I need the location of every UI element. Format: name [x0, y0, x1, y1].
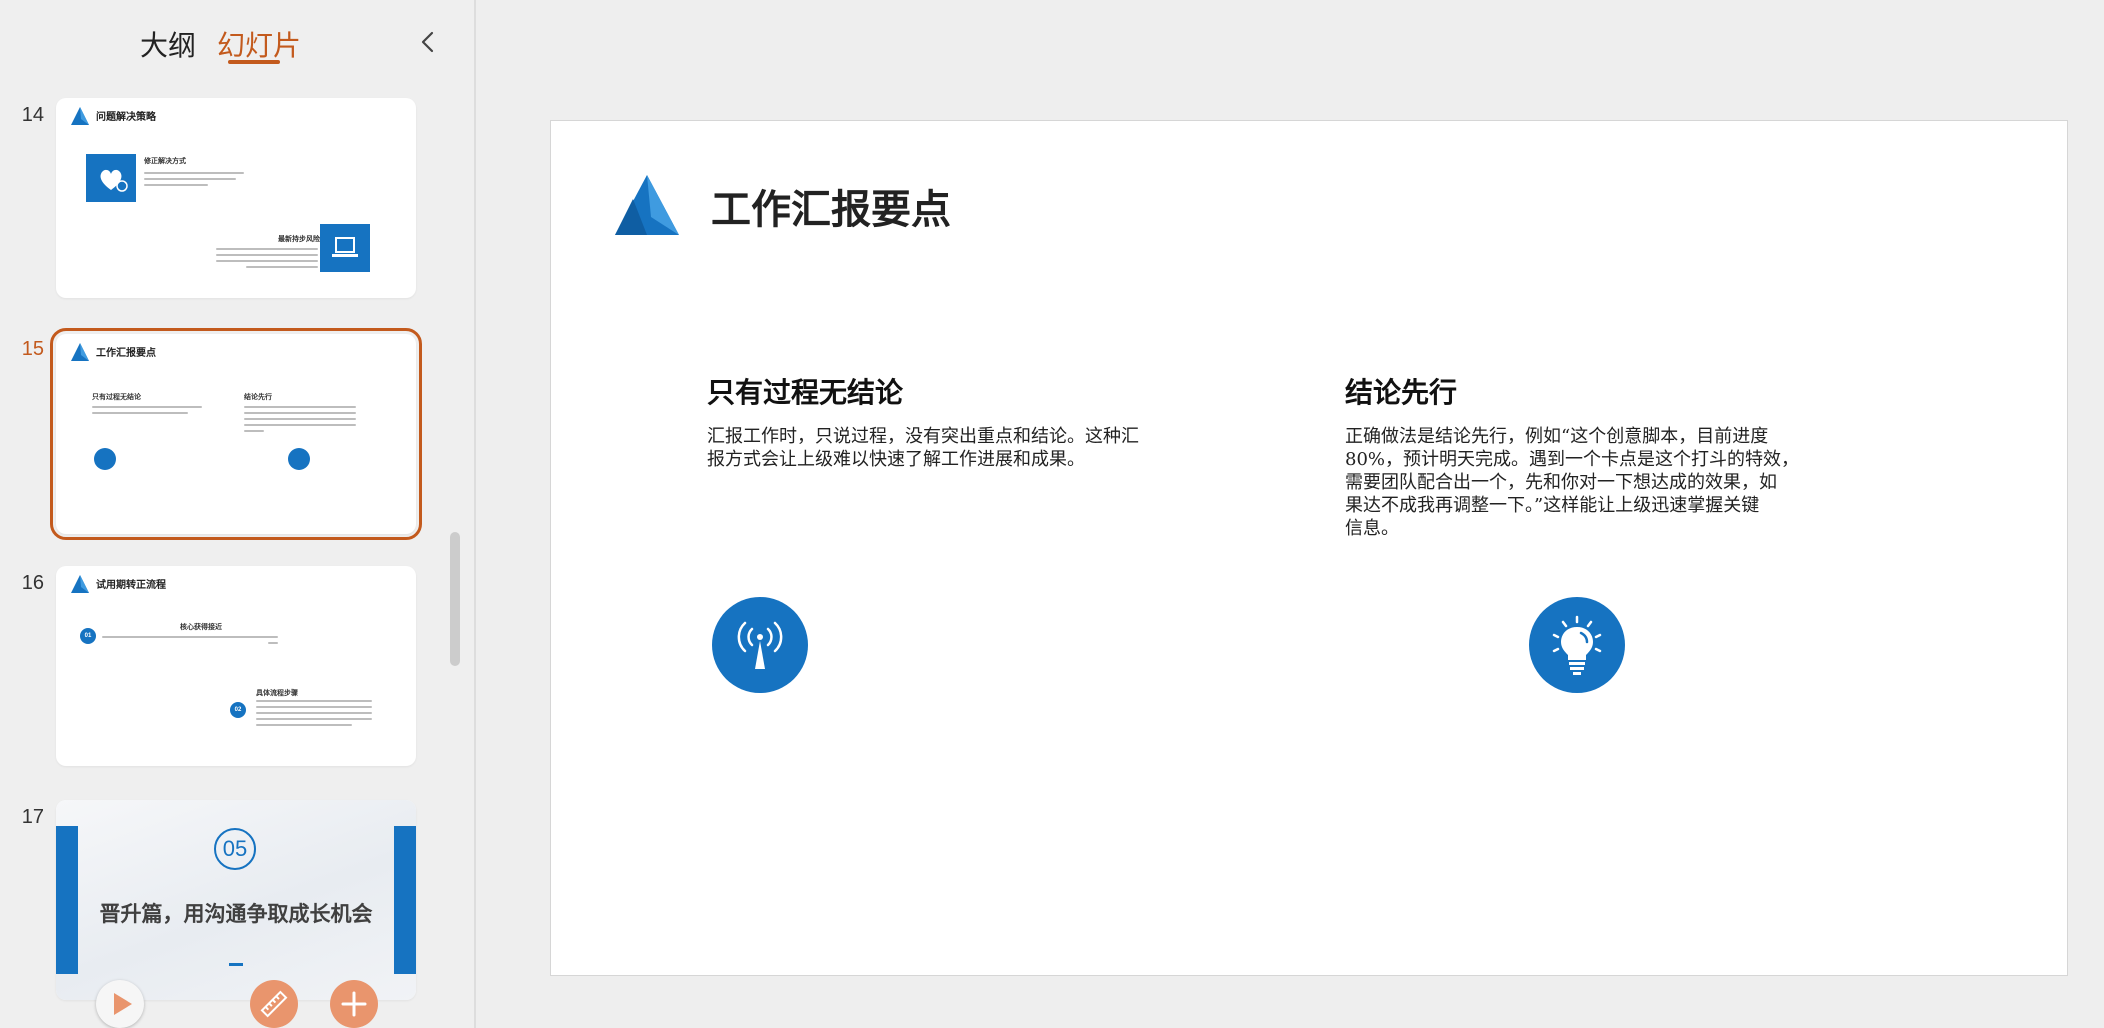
lightbulb-icon — [288, 448, 310, 470]
slide-thumbnail-16[interactable]: 试用期转正流程 01 核心获得接近 具体流程步骤 02 — [56, 566, 416, 766]
laptop-icon-tile — [320, 224, 370, 272]
section-number: 05 — [214, 828, 256, 870]
heart-icon — [100, 169, 128, 192]
slide-number: 17 — [21, 806, 44, 828]
thumbnail-heading: 具体流程步骤 — [256, 688, 298, 697]
step-badge: 01 — [80, 628, 96, 644]
slide-thumbnail-17[interactable]: 05 晋升篇，用沟通争取成长机会 — [56, 800, 416, 1000]
tab-slides[interactable]: 幻灯片 — [217, 24, 301, 64]
laptop-icon — [332, 237, 358, 257]
slide-thumbnail-15[interactable]: 工作汇报要点 只有过程无结论 结论先行 — [50, 328, 422, 540]
thumbnail-title: 工作汇报要点 — [96, 348, 156, 359]
add-slide-button[interactable] — [330, 980, 378, 1028]
play-slideshow-button[interactable] — [96, 980, 144, 1028]
logo-triangle-icon — [71, 575, 89, 593]
left-heading[interactable]: 只有过程无结论 — [707, 371, 903, 411]
slide-panel: 大纲 幻灯片 14 问题解决策略 修正解决方式 最新持步风险 15 工作汇报要点… — [0, 0, 476, 1028]
collapse-panel-button[interactable] — [416, 26, 440, 58]
slide-canvas[interactable]: 工作汇报要点 只有过程无结论 汇报工作时，只说过程，没有突出重点和结论。这种汇 … — [550, 120, 2068, 976]
thumbnail-title: 问题解决策略 — [96, 112, 156, 123]
slide-title[interactable]: 工作汇报要点 — [711, 177, 951, 235]
lightbulb-icon[interactable] — [1529, 597, 1625, 693]
design-button[interactable] — [250, 980, 298, 1028]
broadcast-icon — [94, 448, 116, 470]
thumbnail-title: 晋升篇，用沟通争取成长机会 — [99, 902, 373, 926]
plus-icon — [341, 991, 367, 1017]
thumbnail-title: 试用期转正流程 — [96, 580, 166, 591]
thumbnail-heading: 修正解决方式 — [144, 156, 186, 165]
logo-triangle-icon — [71, 107, 89, 125]
right-body[interactable]: 正确做法是结论先行，例如“这个创意脚本，目前进度 80%，预计明天完成。遇到一个… — [1345, 425, 1845, 540]
slide-thumbnail-14[interactable]: 问题解决策略 修正解决方式 最新持步风险 — [56, 98, 416, 298]
thumbnail-heading: 最新持步风险 — [278, 234, 320, 243]
thumbnail-heading: 只有过程无结论 — [92, 392, 141, 401]
slide-number: 14 — [21, 104, 44, 126]
chevron-left-icon — [421, 31, 434, 53]
active-tab-underline — [228, 60, 280, 64]
heart-icon-tile — [86, 154, 136, 202]
right-heading[interactable]: 结论先行 — [1345, 371, 1457, 411]
thumbnail-heading: 结论先行 — [244, 392, 272, 401]
play-icon — [114, 993, 132, 1015]
slide-number: 16 — [21, 572, 44, 594]
panel-scrollbar[interactable] — [450, 532, 460, 666]
thumbnail-heading: 核心获得接近 — [180, 622, 222, 631]
left-body[interactable]: 汇报工作时，只说过程，没有突出重点和结论。这种汇 报方式会让上级难以快速了解工作… — [707, 425, 1197, 471]
slide-number: 15 — [21, 338, 44, 360]
step-badge: 02 — [230, 702, 246, 718]
logo-triangle-icon — [71, 343, 89, 361]
logo-triangle-icon — [615, 175, 679, 235]
tab-outline[interactable]: 大纲 — [140, 24, 196, 64]
broadcast-icon[interactable] — [712, 597, 808, 693]
ruler-pencil-icon — [260, 990, 288, 1018]
